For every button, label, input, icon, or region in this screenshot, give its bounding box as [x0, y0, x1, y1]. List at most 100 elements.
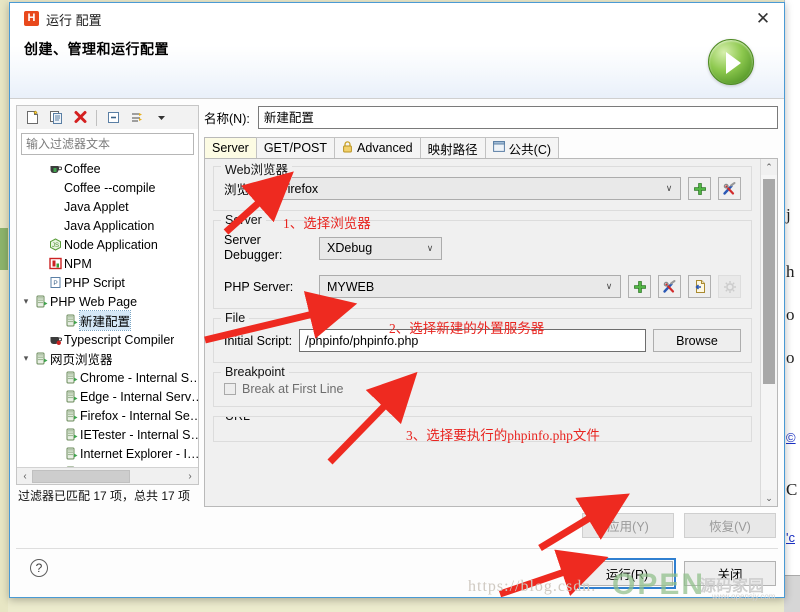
filter-configurations-icon[interactable]	[126, 107, 148, 128]
server-icon	[63, 447, 80, 460]
tree-hscroll-thumb[interactable]	[32, 469, 130, 483]
chevron-down-icon: ∨	[665, 183, 673, 193]
filter-input[interactable]: 输入过滤器文本	[21, 133, 194, 156]
tree-hscroll-track[interactable]	[32, 469, 183, 483]
tree-item[interactable]: Java Application	[17, 216, 198, 235]
collapse-all-icon[interactable]	[102, 107, 124, 128]
server-debugger-label-line1: Server	[224, 233, 261, 247]
dialog-footer: 应用(Y) 恢复(V) 运行(R) 关闭 ?	[10, 507, 784, 597]
duplicate-configuration-icon[interactable]	[45, 107, 67, 128]
tree-twisty-icon[interactable]: ▾	[19, 296, 33, 307]
close-button[interactable]: 关闭	[684, 561, 776, 586]
chevron-down-icon: ∨	[426, 242, 434, 253]
panel-scroll-thumb[interactable]	[763, 179, 775, 384]
tree-item[interactable]: Coffee --compile	[17, 178, 198, 197]
scroll-right-icon[interactable]: ›	[183, 471, 197, 482]
file-group-title: File	[221, 311, 250, 325]
background-right-page: j h o o © C 'c	[784, 0, 800, 612]
tab-item-3[interactable]: 映射路径	[419, 137, 486, 158]
name-row: 名称(N): 新建配置	[204, 105, 778, 129]
run-configurations-dialog: H 运行 配置 ✕ 创建、管理和运行配置 输入过滤器文本 Coffee Coff…	[9, 2, 785, 598]
revert-button: 恢复(V)	[684, 513, 776, 538]
tree-item[interactable]: NPM	[17, 254, 198, 273]
php-server-label: PHP Server:	[224, 279, 294, 294]
tree-horizontal-scrollbar[interactable]: ‹ ›	[17, 467, 198, 484]
initial-script-input[interactable]: /phpinfo/phpinfo.php	[299, 329, 646, 352]
tree-item[interactable]: Java Applet	[17, 197, 198, 216]
background-link-fragment: 'c	[786, 530, 795, 545]
server-icon	[63, 390, 80, 403]
server-debugger-value: XDebug	[327, 241, 373, 255]
break-at-first-line-checkbox[interactable]	[224, 383, 236, 395]
tab-advanced[interactable]: Advanced	[334, 137, 421, 158]
server-icon	[63, 371, 80, 384]
scroll-up-icon[interactable]: ⌃	[761, 159, 777, 175]
panel-scroll-track[interactable]	[761, 175, 777, 490]
tree-item[interactable]: Typescript Compiler	[17, 330, 198, 349]
configurations-tree[interactable]: Coffee Coffee --compile Java Applet Java Ap…	[17, 157, 198, 467]
breakpoint-group-title: Breakpoint	[221, 365, 289, 379]
tab-label: 映射路径	[427, 142, 478, 157]
add-php-server-button[interactable]	[628, 275, 651, 298]
php-web-page-icon	[33, 295, 50, 308]
browser-select[interactable]: Firefox ∨	[271, 177, 681, 200]
tab-label: 公共(C)	[508, 142, 552, 157]
tree-item[interactable]: 新建配置	[17, 310, 198, 332]
tree-twisty-icon[interactable]: ▾	[19, 353, 33, 364]
configure-php-server-button[interactable]	[658, 275, 681, 298]
browser-select-value: Firefox	[279, 181, 319, 196]
background-text-fragment: j	[786, 205, 791, 224]
name-input[interactable]: 新建配置	[257, 105, 778, 129]
tree-item-label: Edge - Internal Serv…	[80, 389, 198, 404]
php-script-icon: P	[47, 276, 64, 289]
tree-item[interactable]: Chrome - Internal S…	[17, 368, 198, 387]
web-browser-group-title: Web浏览器	[221, 159, 292, 178]
tree-item[interactable]: JS Node Application	[17, 235, 198, 254]
npm-icon	[47, 257, 64, 270]
tree-item[interactable]: Edge - Internal Serv…	[17, 387, 198, 406]
name-label: 名称(N):	[204, 111, 250, 126]
configurations-pane: 输入过滤器文本 Coffee Coffee --compile Java Apple…	[16, 105, 199, 507]
server-icon	[63, 428, 80, 441]
tree-item[interactable]: P PHP Script	[17, 273, 198, 292]
tree-item[interactable]: Internet Explorer - I…	[17, 444, 198, 463]
tab-strip: Server GET/POST Advanced 映射路径 公共(C)	[204, 137, 778, 159]
background-taskbar-edge	[784, 575, 800, 612]
scroll-left-icon[interactable]: ‹	[18, 471, 32, 482]
tab-server[interactable]: Server	[204, 137, 257, 158]
file-group: File Initial Script: /phpinfo/phpinfo.ph…	[213, 311, 752, 363]
close-icon[interactable]: ✕	[750, 7, 776, 31]
tree-item[interactable]: IETester - Internal S…	[17, 425, 198, 444]
panel-vertical-scrollbar[interactable]: ⌃ ⌄	[760, 159, 777, 506]
tree-item-label: Node Application	[64, 237, 158, 252]
import-php-server-button[interactable]	[688, 275, 711, 298]
tree-item[interactable]: Firefox - Internal Se…	[17, 406, 198, 425]
configuration-details-pane: 名称(N): 新建配置 Server GET/POST Advanced 映射路径 公共…	[204, 105, 778, 507]
server-debugger-label: Server Debugger:	[224, 233, 312, 263]
background-green-accent	[0, 228, 8, 270]
tab-c[interactable]: 公共(C)	[484, 137, 560, 158]
lock-icon	[342, 140, 353, 156]
tree-item[interactable]: Coffee	[17, 159, 198, 178]
help-icon[interactable]: ?	[30, 559, 48, 577]
tab-get/post[interactable]: GET/POST	[255, 137, 336, 158]
server-debugger-select[interactable]: XDebug ∨	[319, 236, 442, 260]
scroll-down-icon[interactable]: ⌄	[761, 490, 777, 506]
server-group: Server Server Debugger: XDebug ∨ PHP Ser…	[213, 213, 752, 309]
toolbar-menu-icon[interactable]	[150, 107, 172, 128]
url-group-title: URL	[221, 417, 255, 423]
new-configuration-icon[interactable]	[21, 107, 43, 128]
run-button[interactable]: 运行(R)	[578, 558, 676, 589]
svg-text:P: P	[53, 280, 57, 287]
browse-button[interactable]: Browse	[653, 329, 741, 352]
web-browser-group: Web浏览器 浏览器: Firefox ∨	[213, 159, 752, 211]
server-tab-panel: Web浏览器 浏览器: Firefox ∨ Server Server Debu…	[204, 159, 778, 507]
tree-item-label: Chrome - Internal S…	[80, 370, 198, 385]
tree-item[interactable]: ▾ PHP Web Page	[17, 292, 198, 311]
add-browser-button[interactable]	[688, 177, 711, 200]
configure-browser-button[interactable]	[718, 177, 741, 200]
delete-configuration-icon[interactable]	[69, 107, 91, 128]
dialog-header: H 运行 配置 ✕ 创建、管理和运行配置	[10, 3, 784, 99]
tree-item[interactable]: ▾ 网页浏览器	[17, 349, 198, 368]
php-server-select[interactable]: MYWEB ∨	[319, 275, 621, 298]
